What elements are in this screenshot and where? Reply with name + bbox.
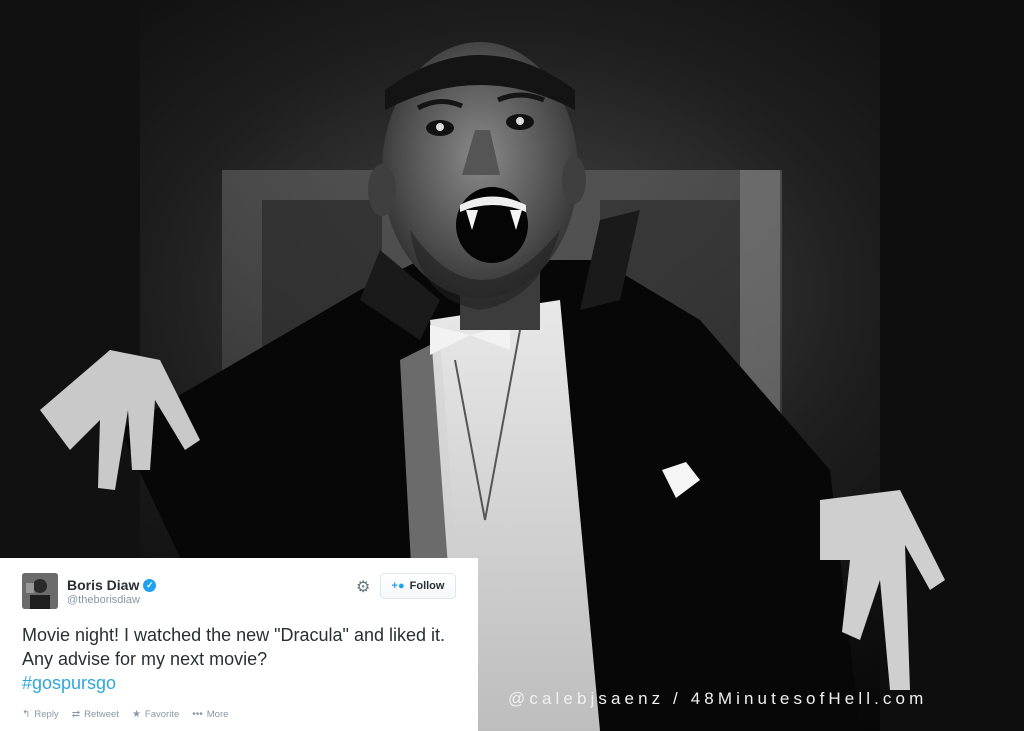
tweet-card: Boris Diaw ✓ @theborisdiaw ⚙ +● Follow M… (0, 558, 478, 731)
hashtag-link[interactable]: #gospursgo (22, 671, 462, 695)
avatar-image (22, 573, 58, 609)
tweet-text: Movie night! I watched the new "Dracula"… (22, 623, 462, 695)
more-button[interactable]: ••• More (192, 709, 228, 720)
watermark-credit: @calebjsaenz / 48MinutesofHell.com (508, 689, 928, 708)
follow-button[interactable]: +● Follow (380, 573, 456, 599)
gear-icon[interactable]: ⚙ (356, 580, 372, 596)
favorite-button[interactable]: ★ Favorite (132, 709, 179, 720)
author-name[interactable]: Boris Diaw (67, 577, 139, 593)
avatar[interactable] (22, 573, 58, 609)
more-label: More (206, 709, 229, 720)
tweet-body: Movie night! I watched the new "Dracula"… (22, 625, 445, 669)
tweet-actions: ↰ Reply ⇄ Retweet ★ Favorite ••• More (22, 709, 458, 720)
retweet-button[interactable]: ⇄ Retweet (72, 709, 119, 720)
author-handle[interactable]: @theborisdiaw (67, 594, 156, 606)
reply-icon: ↰ (22, 709, 31, 720)
retweet-label: Retweet (84, 709, 119, 720)
more-dots-icon: ••• (192, 709, 203, 720)
reply-label: Reply (34, 709, 59, 720)
verified-badge-icon: ✓ (143, 578, 157, 592)
retweet-icon: ⇄ (71, 709, 81, 720)
tweet-author: Boris Diaw ✓ @theborisdiaw (67, 577, 157, 606)
add-user-icon: +● (391, 580, 405, 592)
star-icon: ★ (131, 709, 141, 720)
meme-image: Boris Diaw ✓ @theborisdiaw ⚙ +● Follow M… (0, 0, 1024, 731)
favorite-label: Favorite (144, 709, 180, 720)
tweet-header: Boris Diaw ✓ @theborisdiaw ⚙ +● Follow (22, 572, 458, 612)
reply-button[interactable]: ↰ Reply (22, 709, 59, 720)
follow-label: Follow (409, 580, 445, 592)
